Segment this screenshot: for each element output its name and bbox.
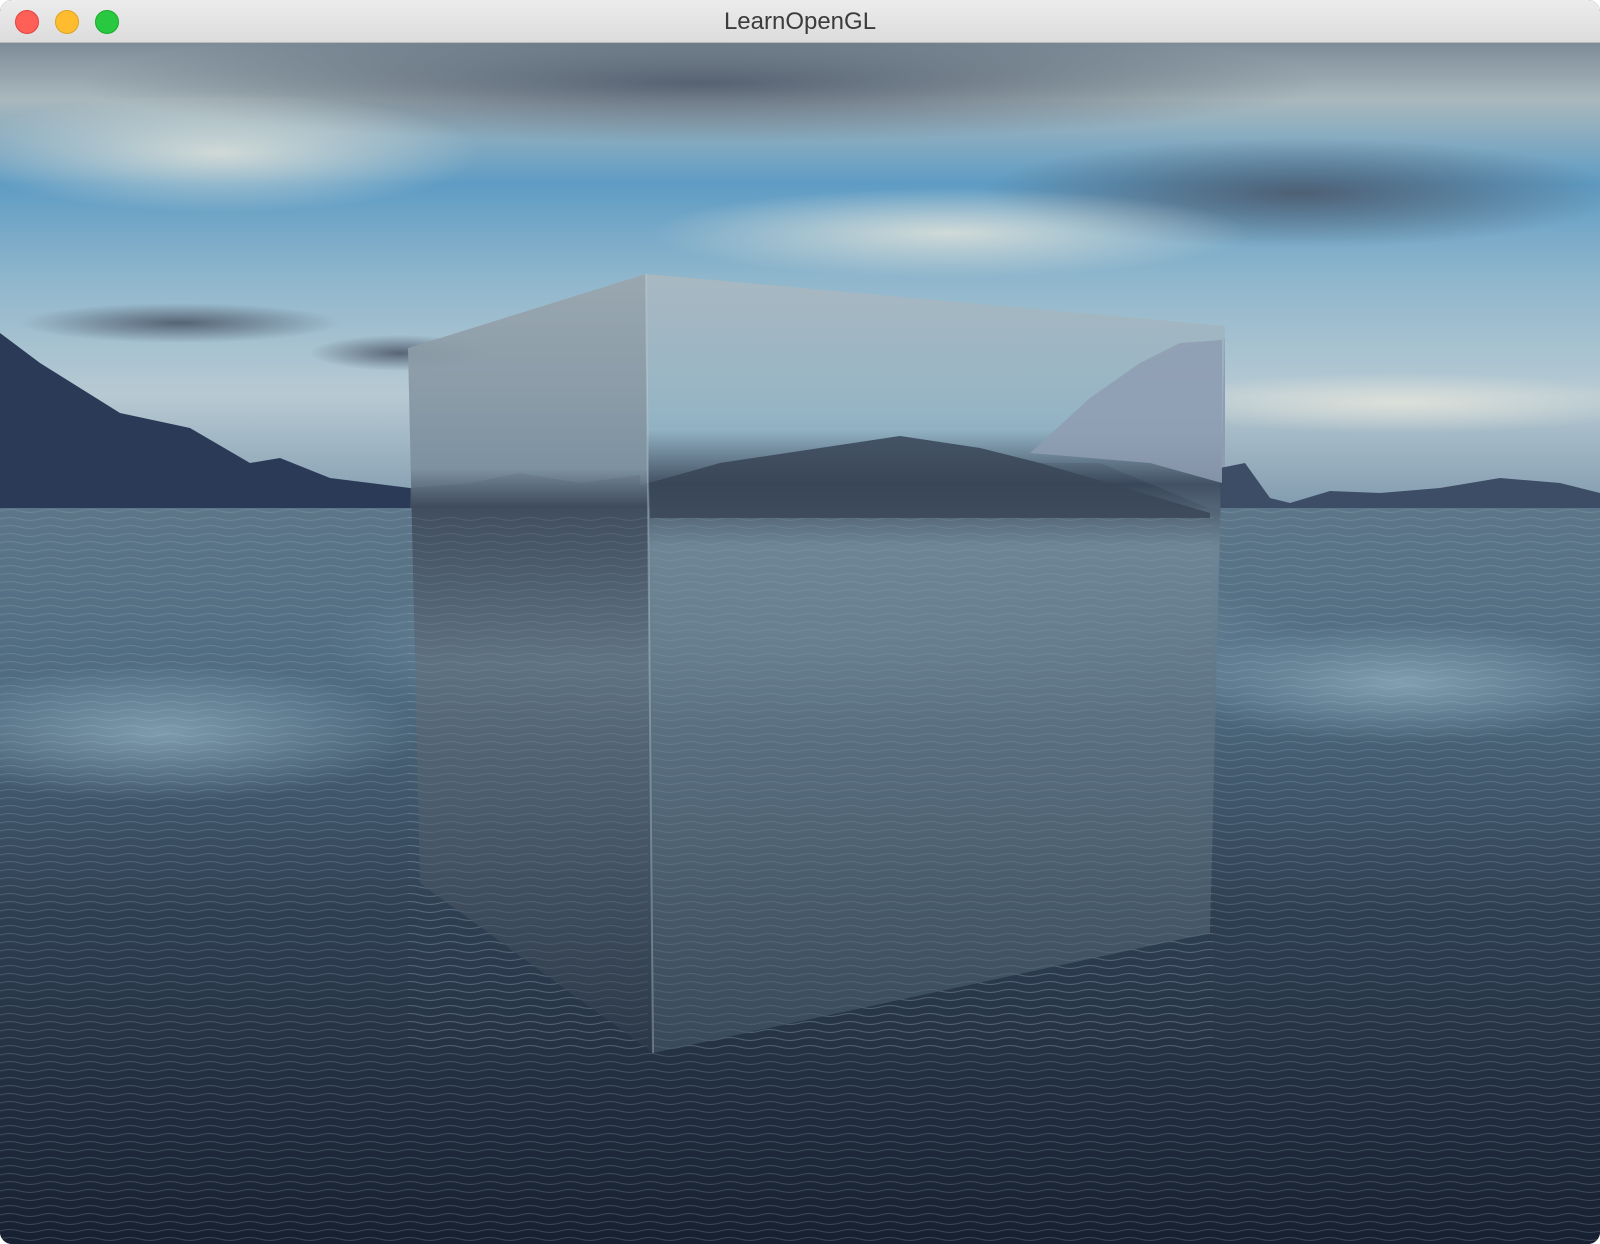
app-window: LearnOpenGL bbox=[0, 0, 1600, 1244]
scene-render bbox=[0, 43, 1600, 1244]
title-bar[interactable]: LearnOpenGL bbox=[0, 0, 1600, 43]
opengl-viewport[interactable] bbox=[0, 43, 1600, 1244]
reflective-cube bbox=[408, 273, 1225, 1054]
window-title: LearnOpenGL bbox=[723, 8, 877, 35]
